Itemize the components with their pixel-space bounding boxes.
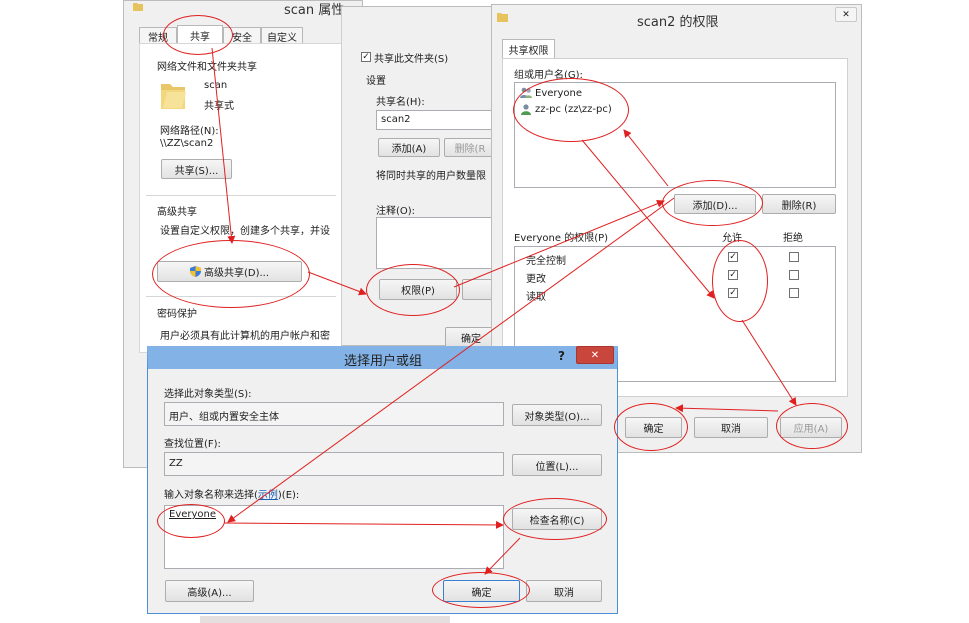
settings-header: 设置 [366,76,386,87]
tab-sharing[interactable]: 共享 [177,25,223,44]
comment-label: 注释(O): [376,206,416,217]
tab-share-permissions[interactable]: 共享权限 [502,39,555,59]
permissions-ok-button[interactable]: 确定 [625,417,682,438]
allow-change-checkbox[interactable]: ✓ [728,270,738,280]
advanced-ok-button[interactable]: 确定 [445,327,497,348]
object-type-label: 选择此对象类型(S): [164,389,252,400]
help-icon[interactable]: ? [558,349,565,363]
permissions-cancel-button[interactable]: 取消 [694,417,768,438]
permissions-remove-button[interactable]: 删除(R) [762,194,836,214]
permissions-window-title: scan2 的权限 [637,15,719,30]
object-types-button[interactable]: 对象类型(O)... [512,404,602,426]
permissions-for-label: Everyone 的权限(P) [514,233,609,244]
close-icon[interactable]: ✕ [576,346,614,364]
object-names-input[interactable]: Everyone [164,505,504,569]
select-cancel-button[interactable]: 取消 [526,580,602,602]
group-user-label: 组或用户名(G): [514,70,583,81]
advanced-share-button[interactable]: 高级共享(D)... [157,261,302,282]
deny-full-control-checkbox[interactable] [789,252,799,262]
object-name-text: Everyone [169,509,217,520]
share-name-label: 共享名(H): [376,97,425,108]
share-remove-button[interactable]: 删除(R [444,138,496,157]
object-type-value: 用户、组或内置安全主体 [164,402,504,426]
allow-read-checkbox[interactable]: ✓ [728,288,738,298]
permissions-add-button[interactable]: 添加(D)... [674,194,756,214]
comment-input[interactable] [376,217,496,269]
location-label: 查找位置(F): [164,439,221,450]
password-protection-header: 密码保护 [157,309,197,320]
tab-security[interactable]: 安全 [223,27,261,44]
folder-title-icon [133,2,143,14]
user-everyone[interactable]: Everyone [535,88,582,99]
tab-general[interactable]: 常规 [139,27,177,44]
advanced-share-description: 设置自定义权限，创建多个共享，并设 [160,226,330,237]
shield-icon [189,265,201,278]
divider [146,195,336,196]
location-value: ZZ [164,452,504,476]
window-title: scan 属性 [284,3,345,18]
folder-share-state: 共享式 [204,101,234,112]
share-folder-checkbox-label: 共享此文件夹(S) [374,54,449,65]
user-icon [520,104,532,118]
user-zz-pc[interactable]: zz-pc (zz\zz-pc) [535,104,612,115]
network-share-header: 网络文件和文件夹共享 [157,62,257,73]
deny-column-header: 拒绝 [783,233,803,244]
divider [146,296,336,297]
close-icon[interactable]: ✕ [835,7,857,22]
check-names-button[interactable]: 检查名称(C) [512,508,602,530]
advanced-share-header: 高级共享 [157,207,197,218]
allow-full-control-checkbox[interactable]: ✓ [728,252,738,262]
permission-row-read: 读取 [526,292,546,303]
network-path-value[interactable]: \\ZZ\scan2 [160,138,213,149]
permissions-apply-button[interactable]: 应用(A) [780,417,842,438]
folder-name: scan [204,80,228,91]
select-users-window-title: 选择用户或组 [344,354,423,369]
password-protection-description: 用户必须具有此计算机的用户帐户和密 [160,331,330,342]
locations-button[interactable]: 位置(L)... [512,454,602,476]
select-advanced-button[interactable]: 高级(A)... [165,580,254,602]
select-ok-button[interactable]: 确定 [443,580,520,602]
user-limit-label: 将同时共享的用户数量限 [376,171,486,182]
folder-icon [160,80,186,113]
share-folder-checkbox[interactable]: ✓ [361,52,371,62]
deny-read-checkbox[interactable] [789,288,799,298]
share-name-input[interactable]: scan2 [376,110,496,130]
permissions-button[interactable]: 权限(P) [379,279,457,300]
bottom-fragment [200,616,450,623]
enter-object-names-label: 输入对象名称来选择(示例)(E): [164,490,300,501]
share-add-button[interactable]: 添加(A) [378,138,440,157]
network-path-label: 网络路径(N): [160,126,219,137]
allow-column-header: 允许 [722,233,742,244]
examples-link[interactable]: 示例 [258,490,278,501]
share-button[interactable]: 共享(S)... [161,159,232,179]
tab-custom[interactable]: 自定义 [261,27,303,44]
folder-title-icon [497,12,508,25]
deny-change-checkbox[interactable] [789,270,799,280]
users-group-icon [520,87,532,101]
permission-row-full-control: 完全控制 [526,256,566,267]
permission-row-change: 更改 [526,274,546,285]
